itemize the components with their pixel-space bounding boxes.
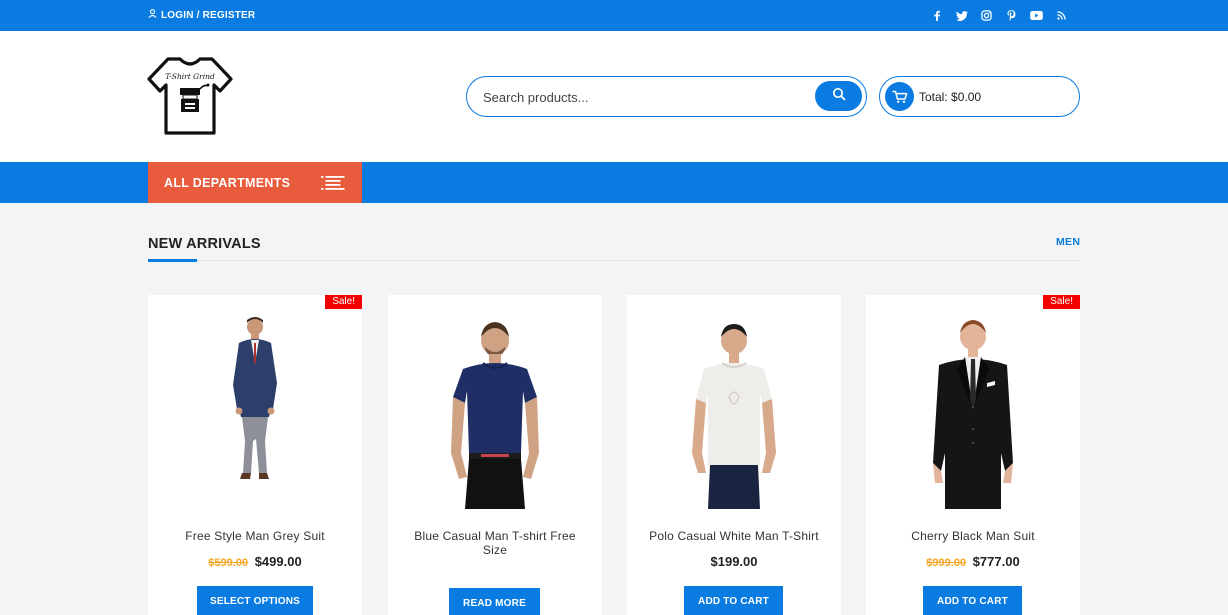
- product-image[interactable]: [148, 313, 362, 511]
- cart-summary[interactable]: Total: $0.00: [879, 76, 1080, 117]
- product-price: $199.00: [627, 554, 841, 569]
- svg-text:T-Shirt Grind: T-Shirt Grind: [165, 72, 215, 81]
- product-image[interactable]: [627, 313, 841, 511]
- twitter-icon[interactable]: [954, 8, 969, 23]
- product-image[interactable]: [866, 313, 1080, 511]
- product-card[interactable]: Blue Casual Man T-shirt Free Size READ M…: [388, 295, 602, 615]
- all-departments-label: ALL DEPARTMENTS: [164, 176, 291, 190]
- site-header: T-Shirt Grind Total: $0.00: [0, 31, 1228, 162]
- site-logo[interactable]: T-Shirt Grind: [146, 55, 234, 137]
- all-departments-button[interactable]: ALL DEPARTMENTS: [148, 162, 362, 203]
- rss-icon[interactable]: [1054, 8, 1069, 23]
- instagram-icon[interactable]: [979, 8, 994, 23]
- pinterest-icon[interactable]: [1004, 8, 1019, 23]
- search-input[interactable]: [483, 87, 803, 107]
- original-price: $599.00: [208, 557, 249, 569]
- product-search: [466, 76, 867, 117]
- read-more-button[interactable]: READ MORE: [449, 588, 540, 615]
- social-links: [929, 8, 1069, 23]
- product-price: $999.00 $777.00: [866, 554, 1080, 569]
- product-card[interactable]: Polo Casual White Man T-Shirt $199.00 AD…: [627, 295, 841, 615]
- sale-price: $499.00: [254, 554, 302, 569]
- sale-price: $199.00: [710, 554, 758, 569]
- cart-icon: [885, 82, 914, 111]
- youtube-icon[interactable]: [1029, 8, 1044, 23]
- facebook-icon[interactable]: [929, 8, 944, 23]
- user-icon: [148, 9, 157, 21]
- search-button[interactable]: [815, 81, 862, 111]
- men-filter-link[interactable]: MEN: [1056, 236, 1080, 248]
- search-icon: [832, 87, 846, 106]
- add-to-cart-button[interactable]: ADD TO CART: [684, 586, 783, 615]
- add-to-cart-button[interactable]: ADD TO CART: [923, 586, 1022, 615]
- product-name[interactable]: Free Style Man Grey Suit: [162, 529, 348, 543]
- cart-total: Total: $0.00: [919, 90, 982, 104]
- section-divider: [148, 260, 1080, 261]
- product-card[interactable]: Sale! Free Style Man Grey Suit $599.00 $…: [148, 295, 362, 615]
- sale-badge: Sale!: [325, 295, 362, 309]
- original-price: $999.00: [926, 557, 967, 569]
- product-image[interactable]: [388, 313, 602, 511]
- menu-list-icon: [321, 176, 345, 190]
- product-card[interactable]: Sale! Cherry Black Man Suit $999.00 $777…: [866, 295, 1080, 615]
- product-price: $599.00 $499.00: [148, 554, 362, 569]
- new-arrivals-heading: NEW ARRIVALS: [148, 236, 261, 252]
- product-name[interactable]: Cherry Black Man Suit: [880, 529, 1066, 543]
- top-bar: LOGIN / REGISTER: [0, 0, 1228, 31]
- login-register-label: LOGIN / REGISTER: [161, 9, 256, 21]
- section-accent-line: [148, 259, 197, 262]
- product-name[interactable]: Polo Casual White Man T-Shirt: [641, 529, 827, 543]
- product-name[interactable]: Blue Casual Man T-shirt Free Size: [402, 529, 588, 557]
- sale-price: $777.00: [972, 554, 1020, 569]
- sale-badge: Sale!: [1043, 295, 1080, 309]
- login-register-link[interactable]: LOGIN / REGISTER: [148, 9, 255, 21]
- select-options-button[interactable]: SELECT OPTIONS: [197, 586, 313, 615]
- main-nav: ALL DEPARTMENTS: [0, 162, 1228, 203]
